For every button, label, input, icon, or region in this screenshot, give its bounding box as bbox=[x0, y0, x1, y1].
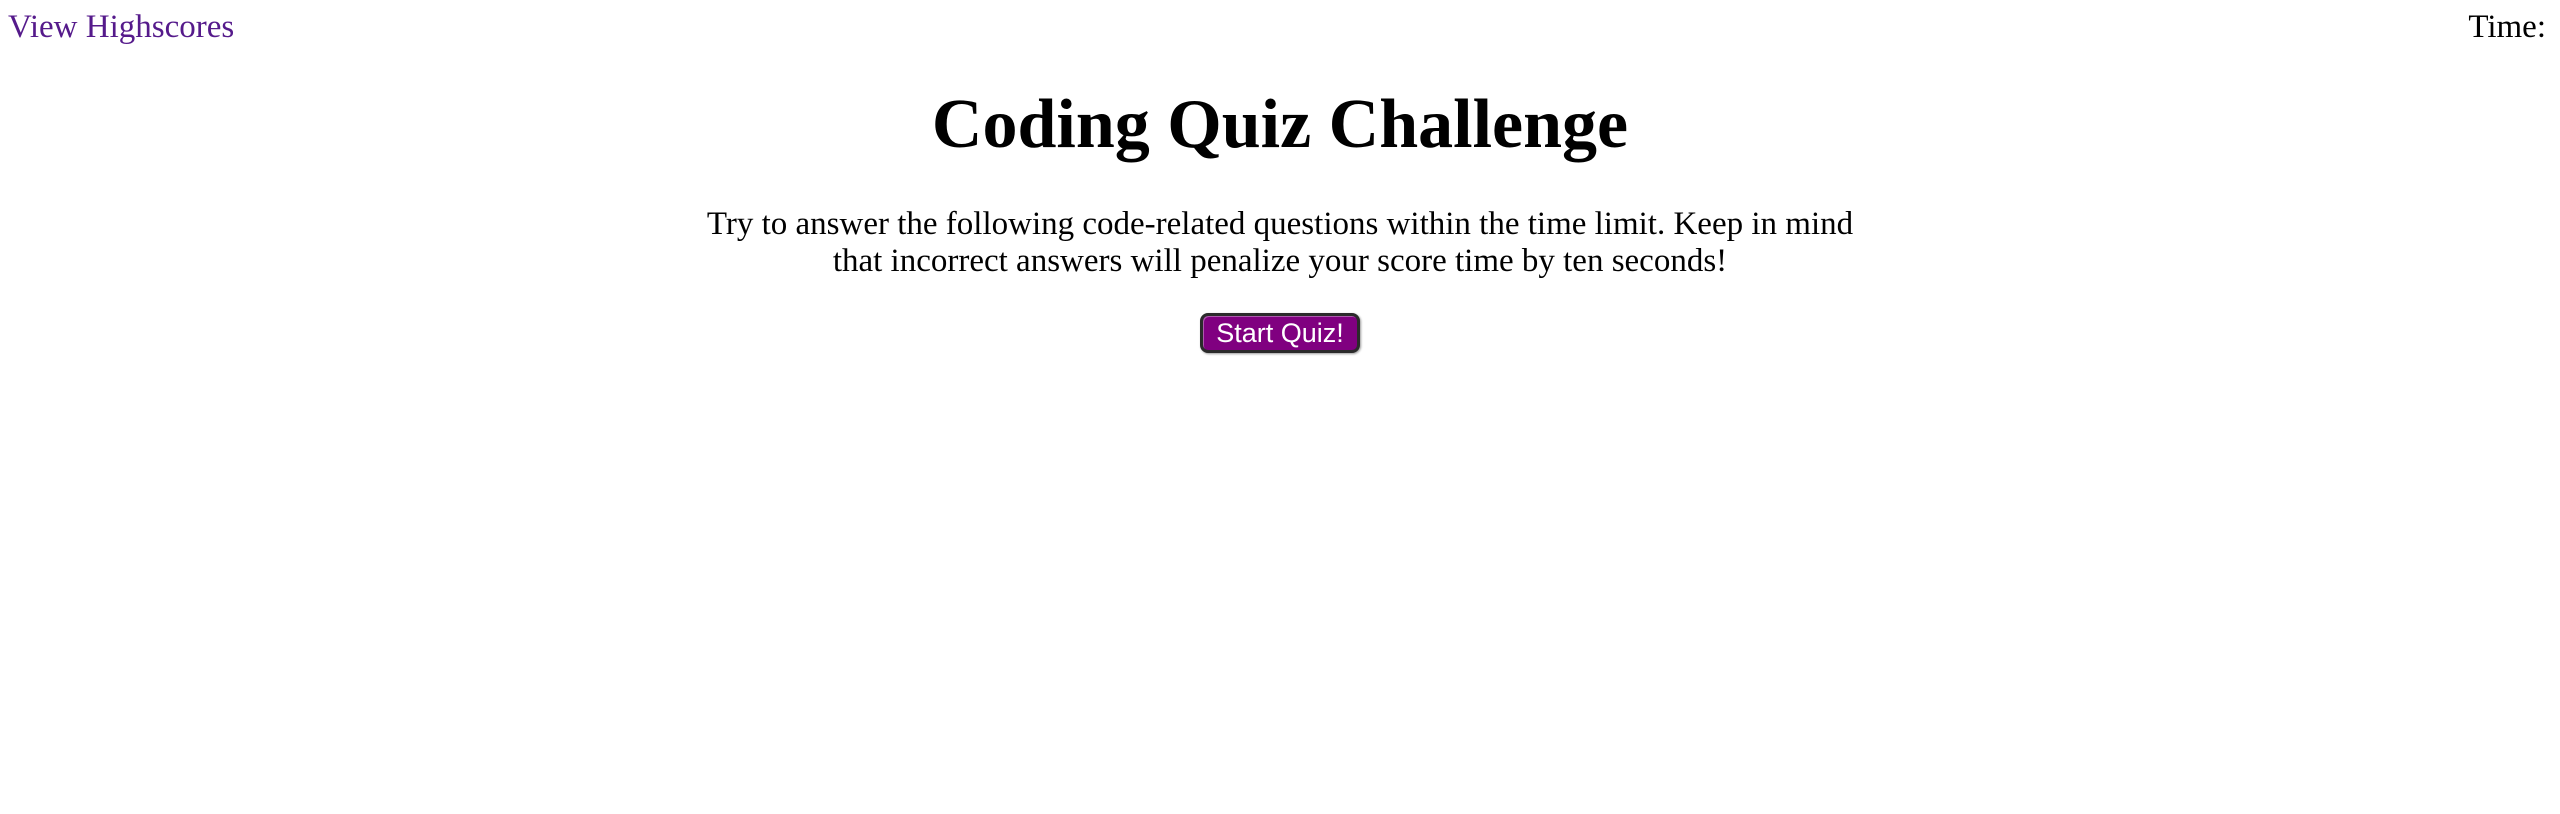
view-highscores-link[interactable]: View Highscores bbox=[8, 6, 234, 48]
start-quiz-button[interactable]: Start Quiz! bbox=[1200, 313, 1360, 353]
timer-label: Time: bbox=[2468, 9, 2546, 45]
top-bar: View Highscores Time: bbox=[0, 0, 2560, 56]
page-title: Coding Quiz Challenge bbox=[931, 86, 1629, 163]
quiz-description: Try to answer the following code-related… bbox=[706, 206, 1854, 279]
quiz-page: View Highscores Time: Coding Quiz Challe… bbox=[0, 0, 2560, 814]
timer: Time: bbox=[2468, 6, 2552, 48]
intro-section: Coding Quiz Challenge Try to answer the … bbox=[0, 80, 2560, 353]
